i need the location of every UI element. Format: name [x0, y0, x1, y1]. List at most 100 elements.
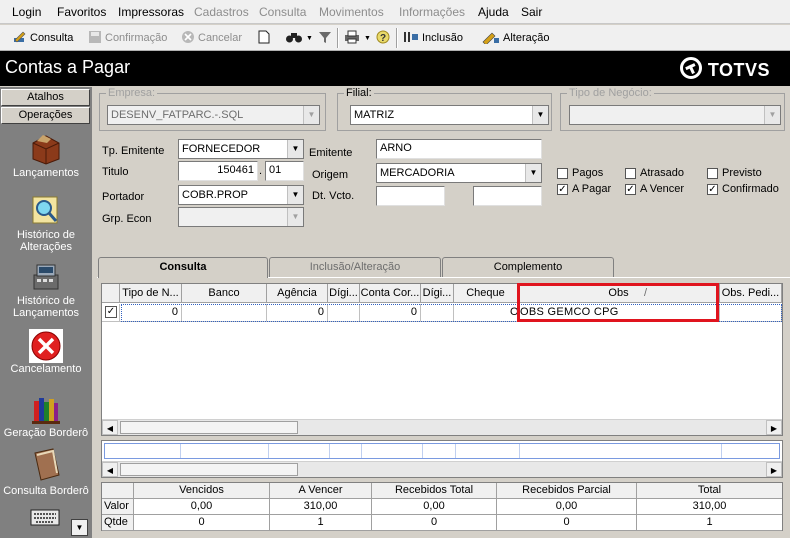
detail-horizontal-scrollbar[interactable]: ◀ ▶: [102, 461, 782, 477]
checkbox-box: [625, 167, 636, 179]
checkmark-icon: ✓: [557, 183, 568, 195]
tp-emitente-select[interactable]: FORNECEDOR ▼: [178, 139, 304, 159]
totals-cell: 310,00: [270, 499, 372, 515]
scroll-right-icon[interactable]: ▶: [766, 462, 782, 477]
help-button[interactable]: ?: [376, 29, 390, 47]
scroll-thumb[interactable]: [120, 421, 298, 434]
totals-cell: 0: [497, 515, 637, 531]
column-tipo[interactable]: Tipo de N...: [120, 284, 182, 303]
cell-conta[interactable]: 0: [360, 304, 421, 322]
sidebar-tab-operacoes[interactable]: Operações: [1, 107, 90, 124]
books-icon: [29, 393, 63, 425]
filter-button[interactable]: [318, 29, 332, 47]
a-pagar-checkbox[interactable]: ✓ A Pagar: [557, 183, 611, 195]
tab-consulta[interactable]: Consulta: [98, 257, 268, 278]
totals-corner: [102, 483, 134, 499]
totals-header-a-vencer: A Vencer: [270, 483, 372, 499]
checkbox-box: [707, 167, 718, 179]
titulo-input[interactable]: 150461: [178, 161, 258, 181]
tp-emitente-label: Tp. Emitente: [102, 145, 165, 157]
box-icon: [29, 133, 63, 165]
column-cheque[interactable]: Cheque: [454, 284, 518, 303]
tipo-negocio-select: ▼: [569, 105, 781, 125]
column-agencia[interactable]: Agência: [267, 284, 328, 303]
menu-impressoras[interactable]: Impressoras: [118, 5, 184, 19]
menu-sair[interactable]: Sair: [521, 5, 542, 19]
sidebar-item-historico-alteracoes[interactable]: Histórico de Alterações: [0, 195, 92, 253]
cell-digito2[interactable]: [421, 304, 454, 322]
column-banco[interactable]: Banco: [182, 284, 267, 303]
filial-select[interactable]: MATRIZ ▼: [350, 105, 549, 125]
dt-vcto-from-input[interactable]: [376, 186, 445, 206]
cell-cheque[interactable]: [454, 304, 518, 322]
chevron-down-icon: ▼: [287, 186, 303, 204]
atrasado-checkbox[interactable]: Atrasado: [625, 167, 684, 179]
sidebar-item-historico-lancamentos[interactable]: Histórico de Lançamentos: [0, 261, 92, 319]
menu-login[interactable]: Login: [12, 5, 41, 19]
detail-grid[interactable]: ◀ ▶: [101, 440, 783, 478]
row-checkbox[interactable]: ✓: [102, 304, 120, 322]
menu-favoritos[interactable]: Favoritos: [57, 5, 106, 19]
emitente-label: Emitente: [309, 147, 353, 159]
confirmado-checkbox[interactable]: ✓ Confirmado: [707, 183, 779, 195]
totals-row-label: Valor: [102, 499, 134, 515]
totals-header-total: Total: [637, 483, 782, 499]
sidebar-tab-atalhos[interactable]: Atalhos: [1, 89, 90, 106]
column-obs-pedido[interactable]: Obs. Pedi...: [720, 284, 782, 303]
empresa-label: Empresa:: [106, 87, 158, 99]
checkbox-box: [557, 167, 568, 179]
cell-tipo[interactable]: 0: [120, 304, 182, 322]
search-button[interactable]: ▼: [285, 29, 313, 47]
grid-horizontal-scrollbar[interactable]: ◀ ▶: [102, 419, 782, 435]
titulo-parcela-input[interactable]: 01: [265, 161, 304, 181]
sidebar-item-consulta-bordero[interactable]: Consulta Borderô: [0, 447, 92, 497]
consulta-button[interactable]: Consulta: [11, 29, 73, 47]
column-digito2[interactable]: Dígi...: [421, 284, 454, 303]
pagos-checkbox[interactable]: Pagos: [557, 167, 603, 179]
tab-complemento[interactable]: Complemento: [442, 257, 614, 277]
scroll-thumb[interactable]: [120, 463, 298, 476]
menu-ajuda[interactable]: Ajuda: [478, 5, 509, 19]
a-vencer-checkbox[interactable]: ✓ A Vencer: [625, 183, 684, 195]
cell-banco[interactable]: [182, 304, 267, 322]
confirmacao-button: Confirmação: [88, 29, 167, 47]
previsto-checkbox[interactable]: Previsto: [707, 167, 762, 179]
totals-cell: 0: [372, 515, 497, 531]
new-document-button[interactable]: [258, 29, 270, 47]
column-digito1[interactable]: Dígi...: [328, 284, 360, 303]
detail-row[interactable]: [104, 443, 780, 459]
save-icon: [88, 30, 102, 47]
sidebar-item-cancelamento[interactable]: Cancelamento: [0, 329, 92, 375]
scroll-left-icon[interactable]: ◀: [102, 462, 118, 477]
cell-digito1[interactable]: [328, 304, 360, 322]
keyboard-icon[interactable]: [30, 507, 60, 530]
cancel-icon: [181, 30, 195, 47]
alteracao-button[interactable]: Alteração: [482, 29, 549, 47]
dropdown-arrow-icon: ▼: [364, 34, 371, 42]
inclusao-button[interactable]: Inclusão: [403, 29, 463, 47]
chevron-down-icon: ▼: [532, 106, 548, 124]
totals-cell: 0: [134, 515, 270, 531]
dt-vcto-to-input[interactable]: [473, 186, 542, 206]
checkmark-icon: ✓: [707, 183, 718, 195]
sidebar-scroll-down-button[interactable]: ▼: [71, 519, 88, 536]
document-icon: [258, 30, 270, 47]
totvs-logo-icon: [679, 57, 702, 84]
scroll-right-icon[interactable]: ▶: [766, 420, 782, 435]
origem-select[interactable]: MERCADORIA ▼: [376, 163, 542, 183]
grp-econ-label: Grp. Econ: [102, 213, 152, 225]
emitente-input[interactable]: ARNO: [376, 139, 542, 159]
help-icon: ?: [376, 30, 390, 47]
totals-row-label: Qtde: [102, 515, 134, 531]
print-button[interactable]: ▼: [343, 29, 371, 47]
totals-cell: 0,00: [134, 499, 270, 515]
toolbar: Consulta Confirmação Cancelar ▼ ▼ ? Incl…: [0, 25, 790, 51]
cell-agencia[interactable]: 0: [267, 304, 328, 322]
portador-select[interactable]: COBR.PROP ▼: [178, 185, 304, 205]
cell-obs-pedido[interactable]: [720, 304, 782, 322]
sidebar: Atalhos Operações Lançamentos Histórico …: [0, 87, 92, 538]
sidebar-item-geracao-bordero[interactable]: Geração Borderô: [0, 393, 92, 439]
sidebar-item-lancamentos[interactable]: Lançamentos: [0, 133, 92, 179]
column-conta[interactable]: Conta Cor...: [360, 284, 421, 303]
scroll-left-icon[interactable]: ◀: [102, 420, 118, 435]
